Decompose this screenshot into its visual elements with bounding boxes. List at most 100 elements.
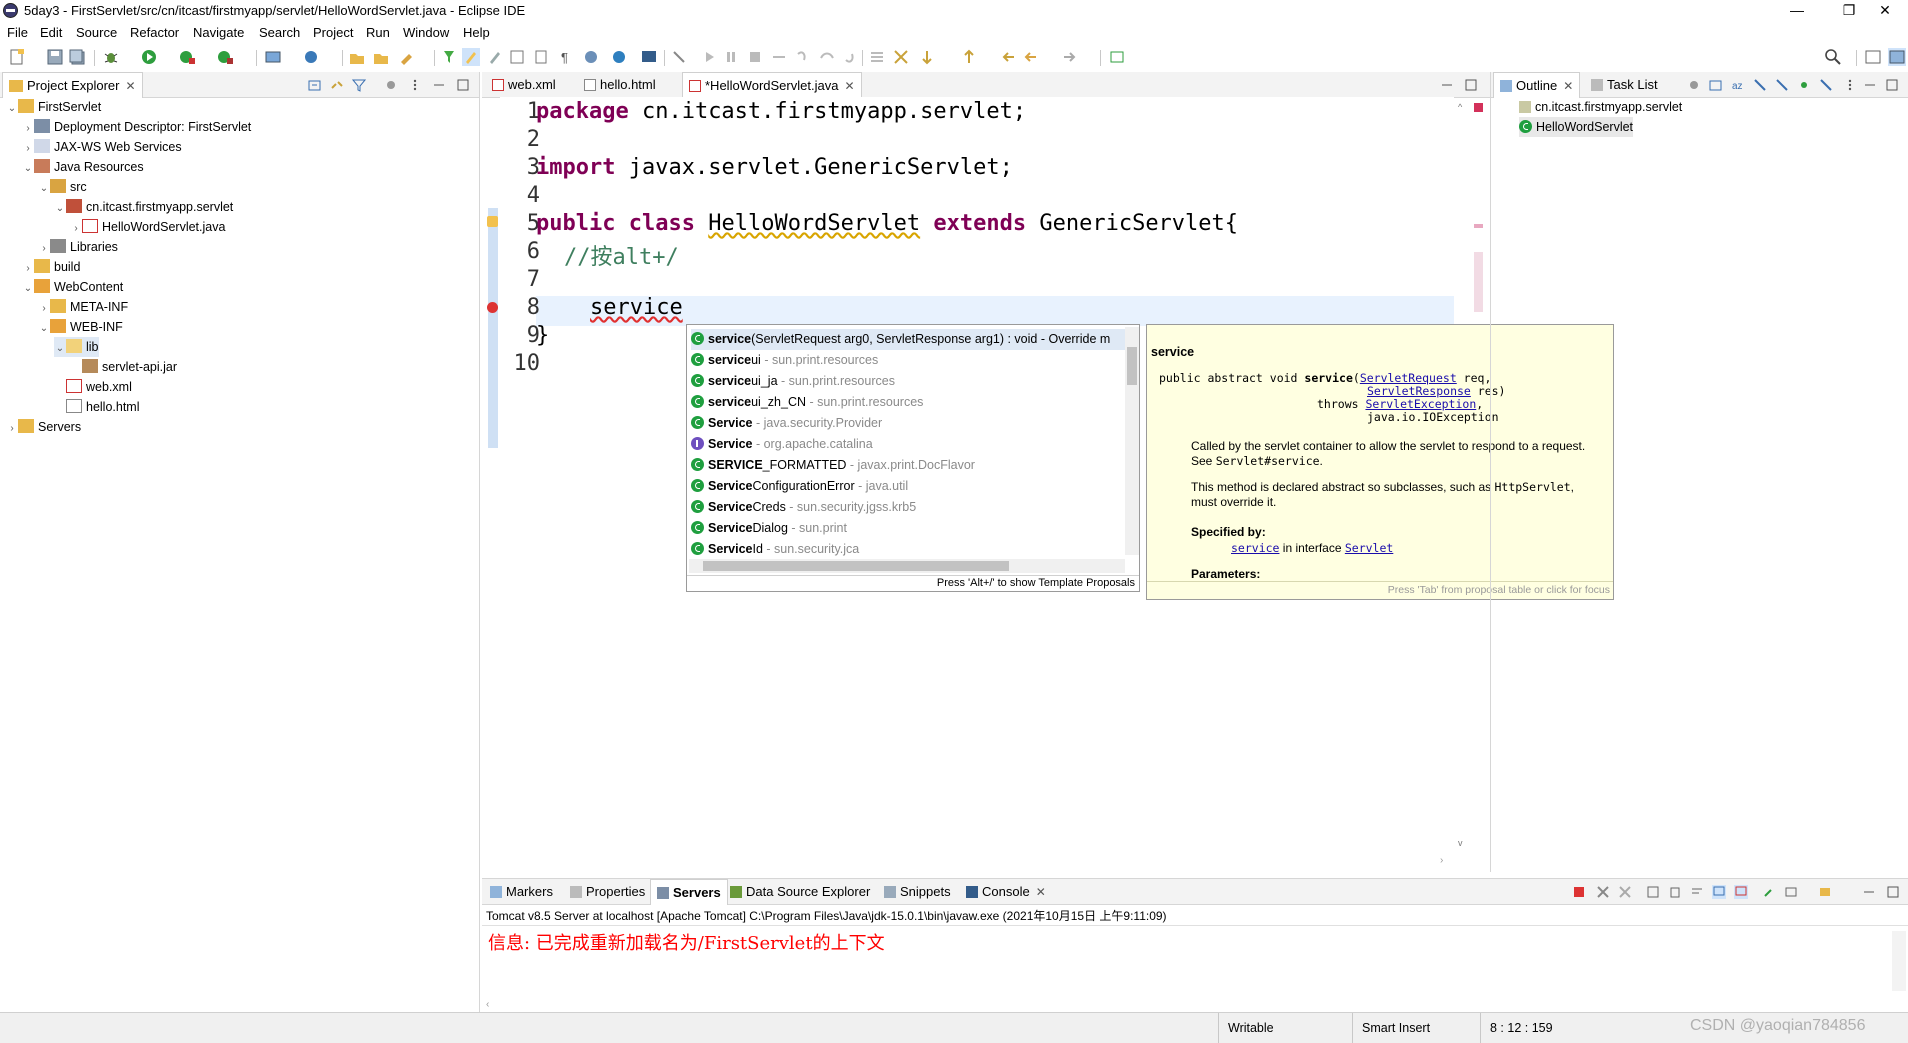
overview-thumb[interactable] [1474, 252, 1483, 312]
tree-item-web-inf[interactable]: ⌄ WEB-INF [38, 317, 123, 337]
maximize-view-icon[interactable] [456, 78, 470, 92]
save-icon[interactable] [46, 48, 64, 66]
debug-icon[interactable] [102, 48, 120, 66]
tree-item-java-resources[interactable]: ⌄ Java Resources [22, 157, 144, 177]
menu-window[interactable]: Window [403, 25, 449, 40]
new-icon[interactable] [8, 48, 26, 66]
filter-icon[interactable] [351, 78, 367, 92]
minimize-editor-icon[interactable] [1440, 78, 1454, 92]
proposal-item[interactable]: SERVICE_FORMATTED - javax.print.DocFlavo… [691, 455, 1111, 476]
menu-help[interactable]: Help [463, 25, 490, 40]
tree-item-libraries[interactable]: › Libraries [38, 237, 118, 257]
suspend-icon[interactable] [722, 48, 740, 66]
forward-icon[interactable] [1060, 48, 1078, 66]
close-icon[interactable]: ✕ [1036, 885, 1046, 899]
minimize-button[interactable]: — [1774, 0, 1820, 22]
tree-item-lib[interactable]: ⌄ lib [54, 337, 99, 357]
step-over-icon[interactable] [818, 48, 836, 66]
pin-console-icon[interactable] [1762, 885, 1776, 899]
minimize-view-icon[interactable] [432, 78, 446, 92]
step-return-icon[interactable] [842, 48, 860, 66]
search-icon[interactable] [1824, 48, 1842, 66]
menu-source[interactable]: Source [76, 25, 117, 40]
toggle-comment-icon[interactable] [868, 48, 886, 66]
scroll-down-icon[interactable]: v [1458, 838, 1466, 848]
sort-icon[interactable]: az [1731, 78, 1745, 92]
outline-item-package[interactable]: cn.itcast.firstmyapp.servlet [1519, 97, 1682, 117]
show-whitespace-icon[interactable] [532, 48, 550, 66]
tree-item-meta-inf[interactable]: › META-INF [38, 297, 128, 317]
proposal-item[interactable]: ServiceConfigurationError - java.util [691, 476, 1111, 497]
scroll-up-icon[interactable]: ^ [1458, 102, 1466, 112]
collapse-all-icon[interactable] [308, 78, 322, 92]
last-edit-icon[interactable] [1000, 48, 1018, 66]
edit-icon[interactable] [486, 48, 504, 66]
new-java-class-icon[interactable] [302, 48, 320, 66]
tab-snippets[interactable]: Snippets [878, 879, 957, 905]
proposal-item[interactable]: ServiceId - sun.security.jca [691, 539, 1111, 560]
tab-hello-html[interactable]: hello.html [578, 72, 662, 98]
menu-file[interactable]: File [7, 25, 28, 40]
menu-run[interactable]: Run [366, 25, 390, 40]
servlet-response-link[interactable]: ServletResponse [1367, 384, 1471, 398]
proposal-item[interactable]: Service - java.security.Provider [691, 413, 1111, 434]
pin-editor-icon[interactable] [1108, 48, 1126, 66]
minimize-view-icon[interactable] [1863, 78, 1877, 92]
markers-toggle-icon[interactable] [440, 48, 458, 66]
remove-launch-icon[interactable] [1596, 885, 1610, 899]
view-menu-icon[interactable] [408, 78, 422, 92]
next-annotation-icon[interactable] [918, 48, 936, 66]
close-icon[interactable]: ✕ [844, 79, 854, 93]
new-server-icon[interactable] [264, 48, 282, 66]
proposal-item[interactable]: serviceui - sun.print.resources [691, 350, 1111, 371]
outline-item-class[interactable]: HelloWordServlet [1519, 117, 1634, 137]
focus-icon[interactable] [1687, 78, 1701, 92]
show-console-on-error-icon[interactable] [1734, 885, 1748, 899]
menu-navigate[interactable]: Navigate [193, 25, 244, 40]
hide-fields-icon[interactable] [1753, 78, 1767, 92]
proposal-item[interactable]: ServiceDialog - sun.print [691, 518, 1111, 539]
block-selection-icon[interactable] [508, 48, 526, 66]
maximize-editor-icon[interactable] [1464, 78, 1478, 92]
annotation-icon[interactable] [892, 48, 910, 66]
web-browser-icon[interactable] [610, 48, 628, 66]
tab-hellowordservlet-java[interactable]: *HelloWordServlet.java ✕ [682, 72, 862, 98]
warning-marker-icon[interactable] [487, 216, 498, 227]
tab-web-xml[interactable]: web.xml [486, 72, 562, 98]
maximize-view-icon[interactable] [1885, 78, 1899, 92]
tree-item-hellowordservlet[interactable]: › HelloWordServlet.java [70, 217, 225, 237]
prev-annotation-icon[interactable] [960, 48, 978, 66]
globe-icon[interactable] [582, 48, 600, 66]
menu-edit[interactable]: Edit [40, 25, 62, 40]
terminate-icon[interactable] [746, 48, 764, 66]
tab-console[interactable]: Console ✕ [960, 879, 1052, 905]
console-icon[interactable] [640, 48, 658, 66]
open-console-icon[interactable] [1818, 885, 1832, 899]
resume-icon[interactable] [700, 48, 718, 66]
error-marker-icon[interactable] [487, 302, 498, 313]
tab-task-list[interactable]: Task List [1585, 72, 1664, 98]
hide-static-icon[interactable] [1775, 78, 1789, 92]
link-editor-icon[interactable] [330, 78, 344, 92]
service-link[interactable]: service [1231, 541, 1279, 555]
disconnect-icon[interactable] [770, 48, 788, 66]
close-icon[interactable]: ✕ [1563, 79, 1573, 93]
tree-item-web-xml[interactable]: web.xml [54, 377, 132, 397]
error-summary-icon[interactable] [1474, 103, 1483, 112]
tree-item-package[interactable]: ⌄ cn.itcast.firstmyapp.servlet [54, 197, 233, 217]
clear-console-icon[interactable] [1646, 885, 1660, 899]
coverage-icon[interactable] [178, 48, 196, 66]
tab-outline[interactable]: Outline ✕ [1493, 72, 1581, 98]
show-console-on-output-icon[interactable] [1712, 885, 1726, 899]
save-all-icon[interactable] [68, 48, 86, 66]
run-icon[interactable] [140, 48, 158, 66]
scroll-thumb[interactable] [1127, 347, 1137, 385]
menu-refactor[interactable]: Refactor [130, 25, 179, 40]
tree-item-deployment-descriptor[interactable]: › Deployment Descriptor: FirstServlet [22, 117, 251, 137]
highlight-toggle-icon[interactable] [462, 48, 480, 66]
close-window-button[interactable]: ✕ [1862, 0, 1908, 22]
menu-search[interactable]: Search [259, 25, 300, 40]
tree-item-jaxws[interactable]: › JAX-WS Web Services [22, 137, 182, 157]
overview-marker[interactable] [1474, 224, 1483, 228]
proposals-horizontal-scrollbar[interactable] [689, 559, 1125, 573]
